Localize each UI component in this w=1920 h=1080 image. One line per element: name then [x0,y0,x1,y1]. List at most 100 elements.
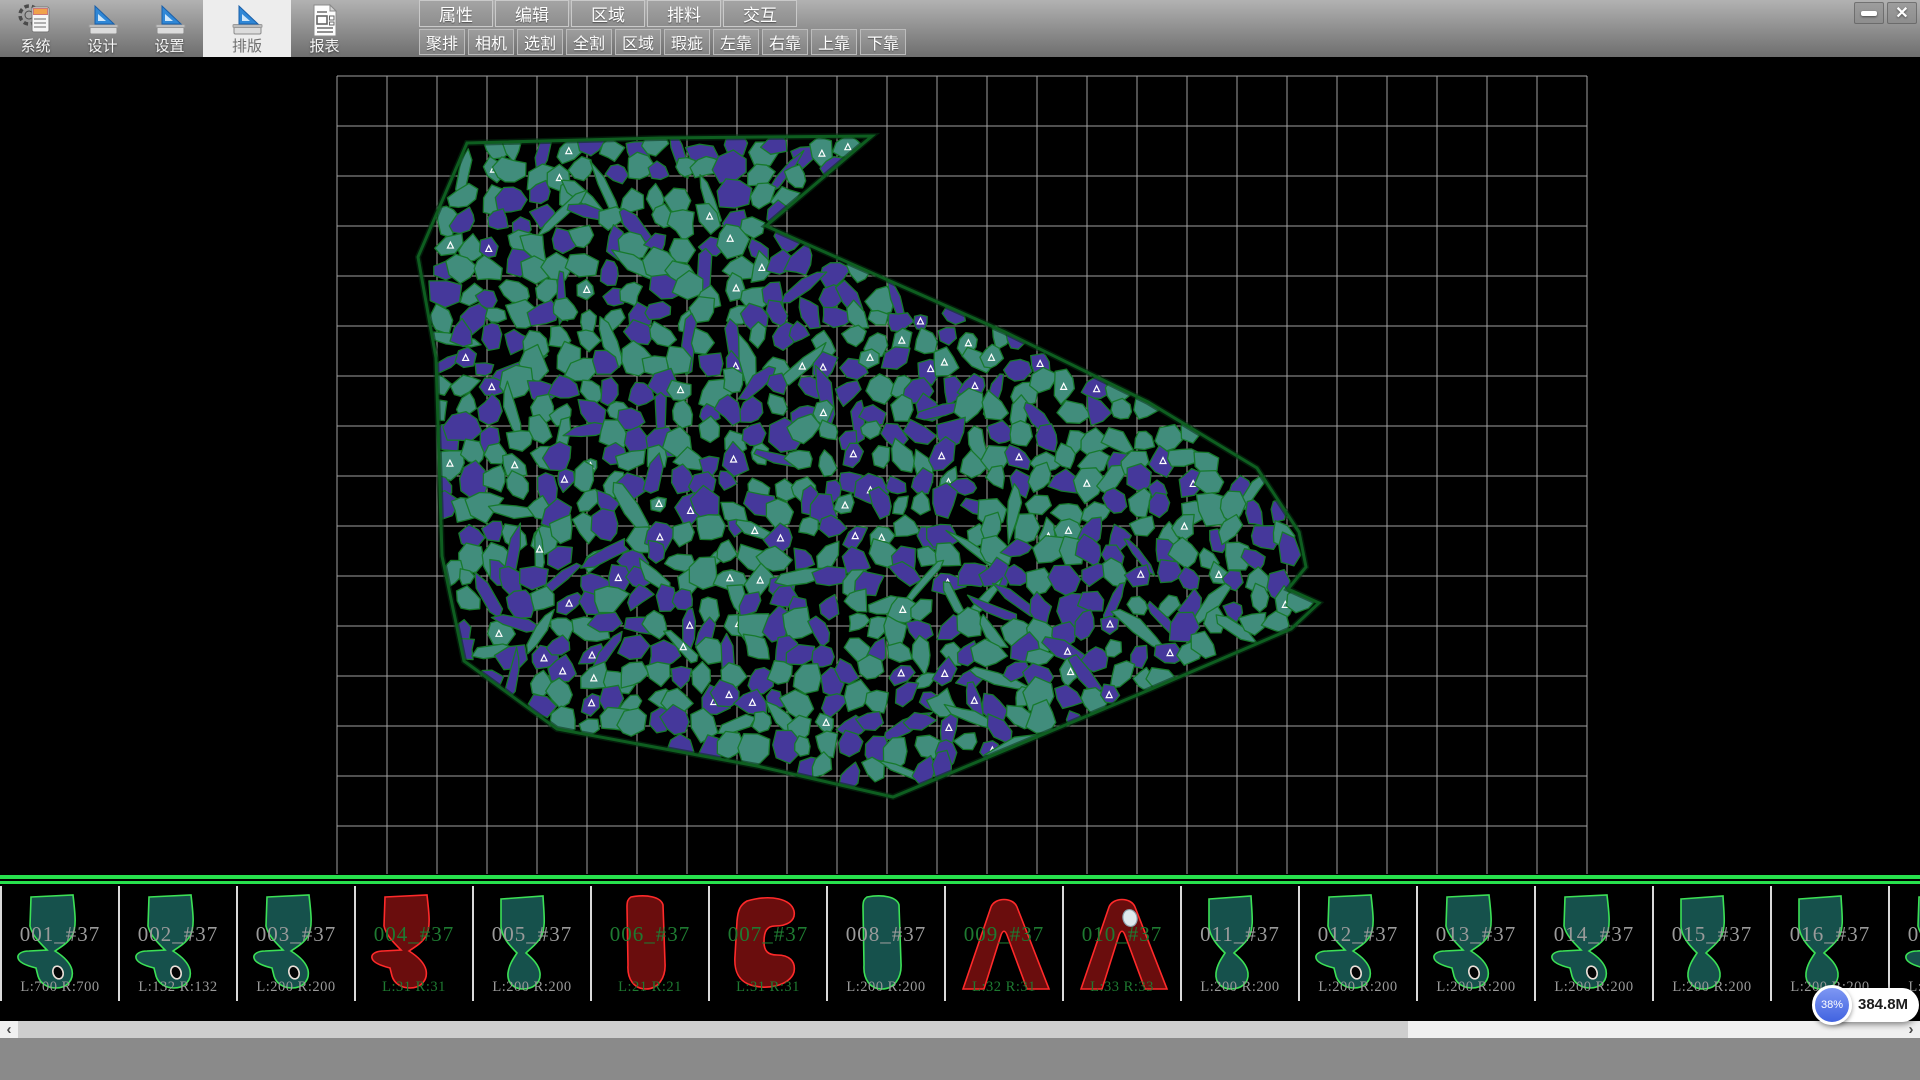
menu-item-nesting[interactable]: 排料 [647,0,721,27]
report-icon [308,2,342,38]
tool-bar: 聚排相机选割全割区域瑕疵左靠右靠上靠下靠 [419,29,909,56]
piece-id-label: 004_#37 [356,922,472,947]
toolbar-button-layout[interactable]: 排版 [203,0,291,57]
canvas-svg [0,57,1920,875]
design-icon [86,2,120,38]
piece-lr-count: L:200 R:200 [1536,979,1652,996]
percent-value: 38% [1821,999,1843,1011]
scroll-left-arrow[interactable]: ‹ [0,1021,18,1038]
piece-tile-14[interactable]: 014_#37 L:200 R:200 [1534,886,1652,1001]
tool-button-defect[interactable]: 瑕疵 [664,29,710,55]
piece-lr-count: L:200 R:200 [474,979,590,996]
tool-button-snap-top[interactable]: 上靠 [811,29,857,55]
horizontal-scrollbar[interactable]: ‹ › [0,1021,1920,1038]
piece-id-label: 010_#37 [1064,922,1180,947]
window-controls: ✕ [1854,2,1917,24]
layout-icon [230,2,264,38]
piece-lr-count: L:32 R:31 [946,979,1062,996]
piece-tiles-row: 001_#37L:700 R:700002_#37L:132 R:132003_… [0,886,1920,1001]
nested-pieces [422,115,1320,791]
nesting-canvas[interactable] [0,57,1920,875]
toolbar-button-settings[interactable]: 设置 [136,0,203,57]
piece-tile-15[interactable]: 015_#37 L:200 R:200 [1652,886,1770,1001]
piece-tile-6[interactable]: 006_#37L:21 R:21 [590,886,708,1001]
minimize-button[interactable] [1854,2,1884,24]
application-window: 系统设计设置排版报表 属性编辑区域排料交互 聚排相机选割全割区域瑕疵左靠右靠上靠… [0,0,1920,1080]
piece-lr-count: L:200 R:200 [238,979,354,996]
piece-lr-count: L:31 R:31 [356,979,472,996]
close-button[interactable]: ✕ [1887,2,1917,24]
toolbar-button-report[interactable]: 报表 [291,0,358,57]
piece-id-label: 011_#37 [1182,922,1298,947]
piece-lr-count: L:33 R:33 [1064,979,1180,996]
percent-circle: 38% [1812,985,1852,1025]
piece-lr-count: L:200 R:200 [1182,979,1298,996]
piece-id-label: 009_#37 [946,922,1062,947]
tool-button-cut-all[interactable]: 全割 [566,29,612,55]
strip-top-line [0,875,1920,879]
toolbar-button-label: 设计 [87,38,117,55]
tool-button-select-cut[interactable]: 选割 [517,29,563,55]
piece-tile-5[interactable]: 005_#37L:200 R:200 [472,886,590,1001]
piece-lr-count: L:132 R:132 [120,979,236,996]
piece-tile-12[interactable]: 012_#37 L:200 R:200 [1298,886,1416,1001]
close-icon: ✕ [1895,3,1908,23]
tool-button-region[interactable]: 区域 [615,29,661,55]
toolbar-button-label: 报表 [309,38,339,55]
piece-id-label: 008_#37 [828,922,944,947]
strip-top-line-2 [0,881,1920,884]
menu-bar: 属性编辑区域排料交互 [419,0,909,28]
piece-id-label: 014_#37 [1536,922,1652,947]
piece-id-label: 013_#37 [1418,922,1534,947]
piece-tile-4[interactable]: 004_#37 L:31 R:31 [354,886,472,1001]
piece-lr-count: L:200 R:200 [1418,979,1534,996]
piece-tile-10[interactable]: 010_#37 L:33 R:33 [1062,886,1180,1001]
piece-id-label: 012_#37 [1300,922,1416,947]
piece-tile-2[interactable]: 002_#37 L:132 R:132 [118,886,236,1001]
toolbar-button-design[interactable]: 设计 [69,0,136,57]
system-icon [17,2,55,38]
menu-item-edit[interactable]: 编辑 [495,0,569,27]
menu-item-region[interactable]: 区域 [571,0,645,27]
tool-button-snap-bottom[interactable]: 下靠 [860,29,906,55]
piece-lr-count: L:200 R:200 [828,979,944,996]
menu-item-interact[interactable]: 交互 [723,0,797,27]
tool-button-snap-left[interactable]: 左靠 [713,29,759,55]
piece-tile-13[interactable]: 013_#37 L:200 R:200 [1416,886,1534,1001]
piece-tile-7[interactable]: 007_#37L:31 R:31 [708,886,826,1001]
piece-id-label: 001_#37 [2,922,118,947]
piece-tile-17[interactable]: 017_#37L:200 R:200 [1888,886,1920,1001]
toolbar-button-label: 设置 [154,38,184,55]
menu-item-properties[interactable]: 属性 [419,0,493,27]
status-footer [0,1038,1920,1080]
piece-id-label: 003_#37 [238,922,354,947]
piece-id-label: 015_#37 [1654,922,1770,947]
piece-tile-11[interactable]: 011_#37 L:200 R:200 [1180,886,1298,1001]
piece-tile-1[interactable]: 001_#37 L:700 R:700 [0,886,118,1001]
toolbar: 系统设计设置排版报表 属性编辑区域排料交互 聚排相机选割全割区域瑕疵左靠右靠上靠… [0,0,1920,57]
tool-button-camera[interactable]: 相机 [468,29,514,55]
piece-tile-8[interactable]: 008_#37 L:200 R:200 [826,886,944,1001]
memory-value: 384.8M [1858,988,1919,1022]
piece-lr-count: L:200 R:200 [1654,979,1770,996]
menu-area: 属性编辑区域排料交互 聚排相机选割全割区域瑕疵左靠右靠上靠下靠 [419,0,909,56]
piece-lr-count: L:200 R:200 [1300,979,1416,996]
main-toolbar: 系统 设计 设置 排版报表 [2,0,358,57]
toolbar-button-label: 系统 [20,38,50,55]
piece-id-label: 016_#37 [1772,922,1888,947]
settings-icon [153,2,187,38]
piece-tile-9[interactable]: 009_#37 L:32 R:31 [944,886,1062,1001]
piece-id-label: 007_#37 [710,922,826,947]
piece-id-label: 017_#37 [1890,922,1920,947]
scrollbar-thumb[interactable] [18,1021,1408,1038]
minimize-icon [1861,11,1877,16]
tool-button-cluster-nest[interactable]: 聚排 [419,29,465,55]
piece-tile-3[interactable]: 003_#37 L:200 R:200 [236,886,354,1001]
piece-tile-16[interactable]: 016_#37L:200 R:200 [1770,886,1888,1001]
status-badge: 384.8M 38% [1812,985,1920,1026]
piece-lr-count: L:700 R:700 [2,979,118,996]
piece-id-label: 002_#37 [120,922,236,947]
toolbar-button-system[interactable]: 系统 [2,0,69,57]
tool-button-snap-right[interactable]: 右靠 [762,29,808,55]
piece-id-label: 006_#37 [592,922,708,947]
